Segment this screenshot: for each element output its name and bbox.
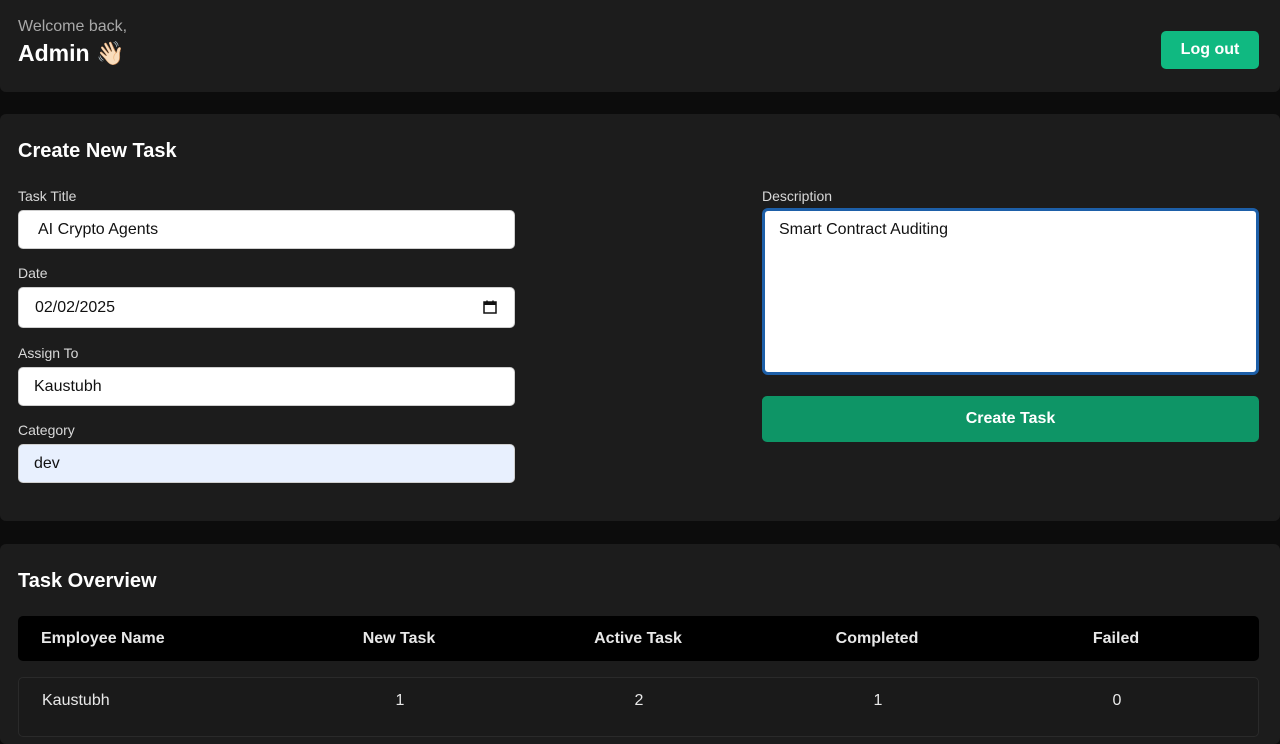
column-header-new-task: New Task [362,630,436,647]
calendar-icon[interactable] [483,300,497,314]
create-task-title: Create New Task [18,140,177,162]
date-input[interactable]: 02/02/2025 [18,287,515,328]
category-label: Category [18,422,75,438]
user-greeting: Admin 👋🏻 [18,40,125,66]
table-row: Kaustubh 1 2 1 0 [18,677,1259,737]
task-title-input[interactable]: AI Crypto Agents [18,210,515,249]
table-header: Employee Name New Task Active Task Compl… [18,616,1259,661]
task-overview-panel: Task Overview Employee Name New Task Act… [0,544,1280,744]
task-title-label: Task Title [18,188,77,204]
column-header-failed: Failed [1092,630,1140,647]
welcome-text: Welcome back, [18,18,128,35]
logout-button[interactable]: Log out [1161,31,1259,69]
column-header-employee-name: Employee Name [41,630,165,647]
cell-failed: 0 [1112,692,1122,709]
create-task-panel: Create New Task Task Title AI Crypto Age… [0,114,1280,521]
create-task-button[interactable]: Create Task [762,396,1259,442]
category-value: dev [34,454,60,472]
category-input[interactable]: dev [18,444,515,483]
description-textarea[interactable]: Smart Contract Auditing [762,208,1259,375]
cell-completed: 1 [873,692,883,709]
date-label: Date [18,265,48,281]
description-label: Description [762,188,833,204]
header: Welcome back, Admin 👋🏻 Log out [0,0,1280,92]
cell-new-task: 1 [395,692,405,709]
description-value: Smart Contract Auditing [779,221,948,238]
assign-to-value: Kaustubh [34,377,102,395]
task-overview-title: Task Overview [18,570,157,592]
assign-to-label: Assign To [18,345,79,361]
assign-to-input[interactable]: Kaustubh [18,367,515,406]
cell-active-task: 2 [634,692,644,709]
column-header-completed: Completed [835,630,919,647]
task-title-value: AI Crypto Agents [38,220,159,238]
cell-employee-name: Kaustubh [42,692,110,709]
date-value: 02/02/2025 [35,298,116,316]
column-header-active-task: Active Task [594,630,682,647]
